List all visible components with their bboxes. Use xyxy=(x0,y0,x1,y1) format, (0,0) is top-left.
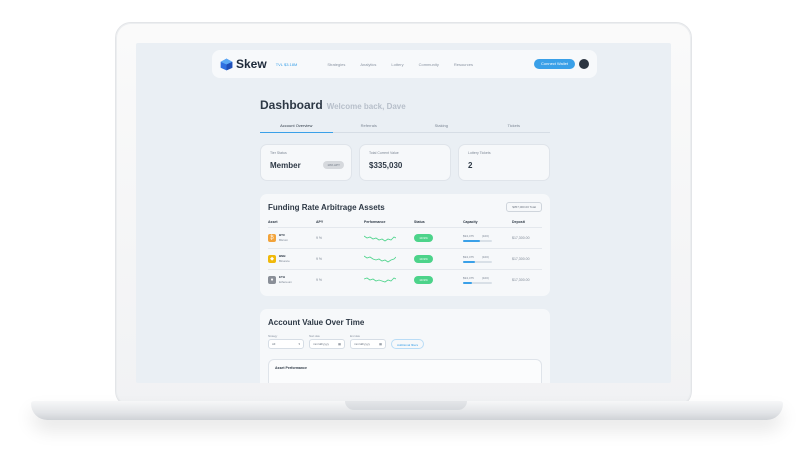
tier-status-card: Tier Status Member 10% APY xyxy=(260,144,352,181)
total-pill: $357,000.00 Total xyxy=(506,202,542,212)
bitcoin-icon: ₿ xyxy=(268,234,276,242)
performance-sparkline xyxy=(364,235,396,242)
capacity-bar xyxy=(463,261,492,263)
tab-account-overview[interactable]: Account Overview xyxy=(260,123,333,133)
apy-value: 9 % xyxy=(316,278,323,282)
connect-wallet-button[interactable]: Connect Wallet xyxy=(534,59,575,69)
tab-referrals[interactable]: Referrals xyxy=(333,123,406,132)
panel-title: Account Value Over Time xyxy=(268,318,365,327)
performance-sparkline xyxy=(364,277,396,283)
calendar-icon: ▦ xyxy=(338,342,341,346)
status-badge: 10.9% xyxy=(414,255,433,263)
deposit-value: $17,300.00 xyxy=(512,236,530,240)
filter-label: Strategy xyxy=(268,335,278,338)
col-apy: APY xyxy=(316,220,324,224)
nav-resources[interactable]: Resources xyxy=(454,62,473,67)
tvl-label: TVL $3.18M xyxy=(275,61,298,67)
welcome-text: Welcome back, Dave xyxy=(326,102,406,111)
col-capacity: Capacity xyxy=(463,220,478,224)
end-date-input[interactable]: mm/dd/yyyy xyxy=(354,342,370,346)
col-deposit: Deposit xyxy=(512,220,525,224)
card-label: Tier Status xyxy=(270,151,287,155)
capacity-bar xyxy=(463,282,492,284)
strategy-filter[interactable]: Strategy All ▾ xyxy=(268,335,304,349)
brand-name: Skew xyxy=(236,57,267,71)
table-row[interactable]: ♦ ETH Ethereum 9 % 10.9% $94,475 (100) $1… xyxy=(268,269,542,290)
end-date-filter[interactable]: End date mm/dd/yyyy ▦ xyxy=(350,335,386,349)
top-nav: Skew TVL $3.18M Strategies Analytics Lot… xyxy=(212,50,597,78)
card-value: $335,030 xyxy=(369,161,403,170)
status-badge: 10.9% xyxy=(414,234,433,242)
capacity-total: (100) xyxy=(481,234,489,238)
perf-title: Asset Performance xyxy=(275,366,307,370)
table-row[interactable]: ◆ BNB Binance 9 % 10.9% $94,475 (100) $17… xyxy=(268,248,542,269)
asset-name: Binance xyxy=(279,259,290,263)
col-status: Status xyxy=(414,220,425,224)
col-performance: Performance xyxy=(364,220,386,224)
start-date-input[interactable]: mm/dd/yyyy xyxy=(313,342,329,346)
capacity-bar xyxy=(463,240,492,242)
logo[interactable]: Skew TVL $3.18M xyxy=(220,57,297,71)
nav-community[interactable]: Community xyxy=(419,62,439,67)
assets-panel: Funding Rate Arbitrage Assets $357,000.0… xyxy=(260,194,550,296)
total-value-card: Total Current Value $335,030 xyxy=(359,144,451,181)
deposit-value: $17,300.00 xyxy=(512,257,530,261)
page-title: Dashboard xyxy=(260,98,323,112)
col-asset: Asset xyxy=(268,220,278,224)
tabs: Account Overview Referrals Staking Ticke… xyxy=(260,123,550,133)
chevron-down-icon: ▾ xyxy=(298,342,300,346)
card-label: Total Current Value xyxy=(369,151,399,155)
asset-name: Bitcoin xyxy=(279,238,289,242)
start-date-filter[interactable]: Start date mm/dd/yyyy ▦ xyxy=(309,335,345,349)
capacity-used: $94,475 xyxy=(463,255,474,259)
capacity-total: (100) xyxy=(481,276,489,280)
avatar[interactable] xyxy=(579,59,589,69)
capacity-fill xyxy=(463,261,475,263)
capacity-fill xyxy=(463,240,481,242)
apy-badge: 10% APY xyxy=(323,161,344,169)
tab-staking[interactable]: Staking xyxy=(405,123,478,132)
filter-label: Start date xyxy=(309,335,320,338)
status-badge: 10.9% xyxy=(414,276,433,284)
asset-name: Ethereum xyxy=(279,280,293,284)
ethereum-icon: ♦ xyxy=(268,276,276,284)
skew-logo-icon xyxy=(220,58,233,70)
binance-icon: ◆ xyxy=(268,255,276,263)
calendar-icon: ▦ xyxy=(379,342,382,346)
capacity-fill xyxy=(463,282,472,284)
account-value-panel: Account Value Over Time Strategy All ▾ St… xyxy=(260,309,550,383)
asset-performance-box: Asset Performance xyxy=(268,359,542,383)
additional-filters-button[interactable]: Additional filters xyxy=(391,339,425,349)
panel-title: Funding Rate Arbitrage Assets xyxy=(268,202,385,212)
main-content: Dashboard Welcome back, Dave Account Ove… xyxy=(260,98,550,383)
nav-analytics[interactable]: Analytics xyxy=(360,62,376,67)
table-header: Asset APY Performance Status Capacity De… xyxy=(268,220,542,227)
nav-strategies[interactable]: Strategies xyxy=(327,62,345,67)
card-label: Lottery Tickets xyxy=(468,151,491,155)
laptop-screen: Skew TVL $3.18M Strategies Analytics Lot… xyxy=(136,43,671,383)
nav-lottery[interactable]: Lottery xyxy=(391,62,403,67)
lottery-tickets-card: Lottery Tickets 2 xyxy=(458,144,550,181)
strategy-select[interactable]: All xyxy=(272,342,275,346)
deposit-value: $17,300.00 xyxy=(512,278,530,282)
performance-sparkline xyxy=(364,255,396,263)
apy-value: 9 % xyxy=(316,257,323,261)
card-value: 2 xyxy=(468,161,473,170)
table-row[interactable]: ₿ BTC Bitcoin 9 % 10.9% $94,475 (100) $17… xyxy=(268,227,542,248)
filter-label: End date xyxy=(350,335,361,338)
capacity-used: $94,475 xyxy=(463,234,474,238)
laptop-notch xyxy=(345,401,467,410)
capacity-used: $94,475 xyxy=(463,276,474,280)
capacity-total: (100) xyxy=(481,255,489,259)
apy-value: 9 % xyxy=(316,236,323,240)
tab-tickets[interactable]: Tickets xyxy=(478,123,551,132)
